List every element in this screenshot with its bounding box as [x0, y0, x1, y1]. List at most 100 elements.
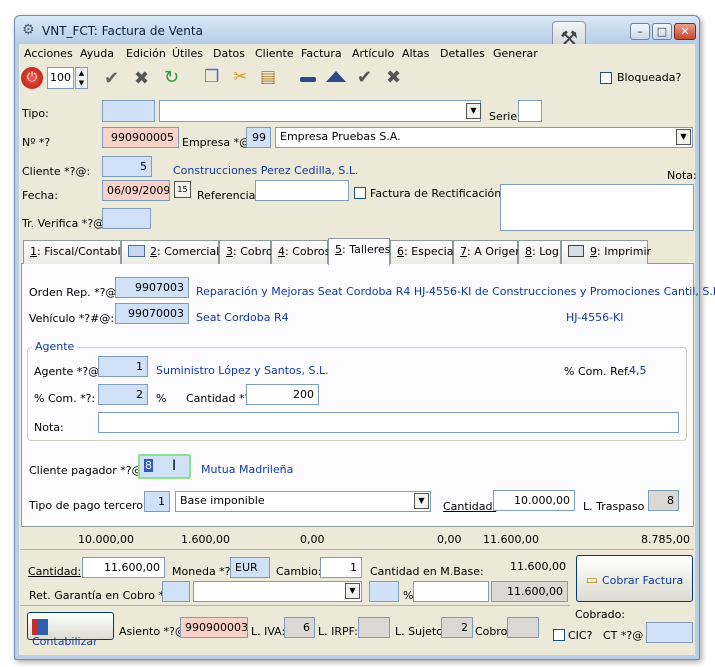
money-icon: ▭ [585, 573, 598, 588]
paste-icon[interactable]: ▤ [260, 67, 276, 87]
tab-comercial[interactable]: 2: Comercial [121, 240, 219, 264]
garantia-code-field[interactable] [162, 581, 190, 602]
up-icon[interactable] [326, 71, 346, 82]
pagador-label: Cliente pagador *?@: [29, 464, 147, 477]
tab-especial[interactable]: 6: Especial [390, 240, 457, 264]
bloqueada-checkbox[interactable] [600, 72, 612, 84]
minus-icon[interactable] [300, 77, 316, 82]
lirpf-label: L. IRPF: [318, 625, 358, 638]
vehiculo-code-field[interactable]: 99070003 [115, 303, 189, 324]
cobrar-factura-button[interactable]: ▭ Cobrar Factura [576, 555, 693, 602]
trverifica-label: Tr. Verifica *?@ [22, 217, 105, 230]
check-icon[interactable]: ✔ [357, 67, 372, 88]
maximize-button[interactable]: □ [652, 23, 672, 40]
menu-articulo[interactable]: Artículo [352, 47, 394, 60]
tab-fiscal-contable[interactable]: 1: Fiscal/Contable [23, 240, 127, 264]
chevron-down-icon[interactable]: ▼ [414, 493, 429, 509]
asiento-label: Asiento *?@ [119, 625, 186, 638]
agente-cantidad-field[interactable]: 200 [246, 384, 319, 405]
garantia-dropdown[interactable] [193, 581, 362, 602]
cobrado-label: Cobrado: [575, 608, 626, 621]
delete-icon[interactable]: ✖ [134, 68, 149, 89]
garantia-pct-field[interactable] [369, 581, 399, 602]
tipopago-dropdown[interactable]: Base imponible [175, 491, 431, 512]
menu-generar[interactable]: Generar [493, 47, 538, 60]
cic-checkbox[interactable] [553, 629, 565, 641]
record-count-field[interactable]: 100 [47, 67, 74, 89]
agente-code-field[interactable]: 1 [98, 356, 148, 377]
garantia-amount-field[interactable] [413, 581, 489, 602]
tab-imprimir[interactable]: 9: Imprimir [561, 240, 651, 264]
close-button[interactable]: ✕ [674, 23, 696, 40]
tab-talleres[interactable]: 5: Talleres [328, 238, 391, 265]
menu-altas[interactable]: Altas [402, 47, 429, 60]
lirpf-field [358, 617, 390, 638]
cambio-field[interactable]: 1 [320, 557, 362, 578]
serie-label: Serie: [489, 110, 521, 123]
vehiculo-label: Vehículo *?#@: [29, 312, 115, 325]
footer-cantidad-field[interactable]: 11.600,00 [82, 557, 165, 578]
cliente-code-field[interactable]: 5 [102, 156, 152, 177]
contabilizar-button[interactable]: Contabilizar [27, 612, 114, 648]
chevron-down-icon[interactable]: ▼ [676, 129, 691, 145]
tipopago-code-field[interactable]: 1 [144, 491, 170, 512]
empresa-label: Empresa *@: [182, 136, 254, 149]
com-field[interactable]: 2 [98, 384, 148, 405]
tercero-cantidad-field[interactable]: 10.000,00 [493, 490, 575, 511]
moneda-field[interactable]: EUR [230, 557, 270, 578]
menu-datos[interactable]: Datos [213, 47, 245, 60]
orden-code-field[interactable]: 9907003 [115, 277, 189, 298]
lsujeto-label: L. Sujeto: [395, 625, 447, 638]
menu-cliente[interactable]: Cliente [255, 47, 294, 60]
menu-edicion[interactable]: Edición [126, 47, 166, 60]
referencia-field[interactable] [255, 180, 349, 201]
approve-icon[interactable]: ✔ [104, 68, 119, 89]
calendar-icon[interactable]: 15 [174, 181, 191, 198]
copy-icon[interactable]: ❐ [204, 67, 219, 87]
power-icon[interactable]: ⏻ [21, 67, 43, 89]
empresa-code-field[interactable]: 99 [246, 127, 271, 148]
menu-factura[interactable]: Factura [301, 47, 342, 60]
rectificacion-checkbox[interactable] [354, 187, 366, 199]
comref-label: % Com. Ref. [564, 365, 631, 378]
tab-log[interactable]: 8: Log [518, 240, 561, 264]
serie-field[interactable] [518, 100, 542, 122]
cliente-name: Construcciones Perez Cedilla, S.L. [173, 164, 359, 177]
trverifica-field[interactable] [102, 208, 151, 229]
matricula: HJ-4556-KI [566, 311, 624, 324]
ct-field[interactable] [646, 622, 693, 643]
nota-textarea[interactable] [500, 184, 694, 231]
record-count-spinner[interactable]: ▲ ▼ [75, 67, 88, 89]
tab-cobros[interactable]: 4: Cobros [271, 240, 330, 264]
empresa-dropdown[interactable]: Empresa Pruebas S.A. [275, 127, 693, 148]
menu-detalles[interactable]: Detalles [440, 47, 485, 60]
refresh-icon[interactable]: ↻ [164, 67, 179, 88]
agente-name: Suministro López y Santos, S.L. [156, 364, 329, 377]
tipo-dropdown[interactable] [159, 100, 481, 122]
agente-nota-field[interactable] [98, 412, 679, 433]
orden-label: Orden Rep. *?@ [29, 286, 117, 299]
cancel-icon[interactable]: ✖ [386, 67, 401, 88]
chevron-down-icon[interactable]: ▼ [466, 103, 481, 119]
fecha-field[interactable]: 06/09/2009 [102, 180, 170, 201]
tipo-code-field[interactable] [102, 100, 155, 122]
pagador-code-field[interactable]: 8 [138, 454, 191, 479]
asiento-field[interactable]: 990900003 [180, 617, 248, 638]
tab-a-origen[interactable]: 7: A Origen [453, 240, 522, 264]
minimize-button[interactable]: – [630, 23, 650, 40]
tab-cobro[interactable]: 3: Cobro [219, 240, 273, 264]
cliente-label: Cliente *?@: [22, 165, 91, 178]
cobro-field [507, 617, 539, 638]
menu-acciones[interactable]: Acciones [24, 47, 73, 60]
total-pendiente: 8.785,00 [641, 533, 690, 546]
lsujeto-field: 2 [441, 617, 473, 638]
liva-label: L. IVA: [251, 625, 286, 638]
menu-utiles[interactable]: Útiles [172, 47, 203, 60]
chevron-down-icon[interactable]: ▼ [345, 583, 360, 599]
numero-field[interactable]: 990900005 [102, 127, 179, 148]
menu-ayuda[interactable]: Ayuda [80, 47, 114, 60]
grid-icon [128, 245, 145, 257]
cut-icon[interactable]: ✂ [233, 67, 247, 87]
traspaso-label: L. Traspaso [583, 500, 645, 513]
tipo-label: Tipo: [22, 107, 49, 120]
